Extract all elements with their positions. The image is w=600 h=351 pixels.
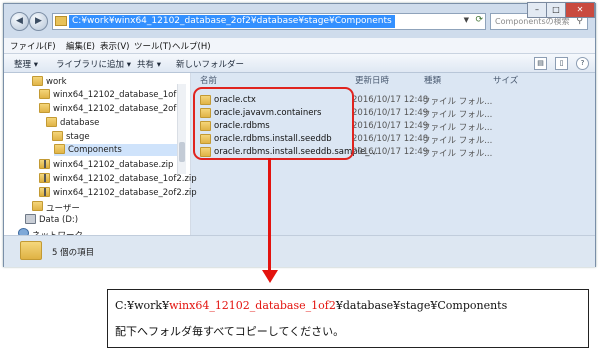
menu-view[interactable]: 表示(V)	[100, 40, 129, 52]
folder-icon	[55, 16, 67, 26]
instruction-note: C:¥work¥winx64_12102_database_1of2¥datab…	[107, 289, 589, 348]
tree-item-label: Components	[68, 145, 122, 155]
folder-icon	[39, 89, 50, 99]
note-path-highlight: winx64_12102_database_1of2	[169, 299, 336, 312]
column-type[interactable]: 種類	[424, 74, 441, 86]
minimize-button[interactable]: –	[527, 2, 547, 18]
organize-button[interactable]: 整理 ▾	[14, 58, 38, 70]
file-date: 2016/10/17 12:49	[352, 108, 429, 118]
folder-icon	[54, 144, 65, 154]
note-path: C:¥work¥winx64_12102_database_1of2¥datab…	[115, 299, 507, 312]
menu-file[interactable]: ファイル(F)	[10, 40, 56, 52]
column-size[interactable]: サイズ	[493, 74, 518, 86]
view-options-icon[interactable]: ▤	[534, 57, 547, 70]
address-path[interactable]: C:¥work¥winx64_12102_database_2of2¥datab…	[69, 15, 395, 28]
tree-item-label: winx64_12102_database_1of2	[53, 90, 182, 100]
tree-item-label: Data (D:)	[39, 215, 79, 225]
file-date: 2016/10/17 12:48	[352, 134, 429, 144]
status-background: 5 個の項目	[4, 235, 595, 267]
folder-icon	[39, 103, 50, 113]
tree-item-label: ユーザー	[46, 204, 80, 214]
file-date: 2016/10/17 12:48	[352, 95, 429, 105]
add-to-library-button[interactable]: ライブラリに追加 ▾	[56, 58, 131, 70]
file-type: ファイル フォル...	[422, 97, 493, 107]
menu-bar: ファイル(F) 編集(E) 表示(V) ツール(T) ヘルプ(H)	[4, 38, 595, 54]
tree-item-label: winx64_12102_database_2of2.zip	[53, 188, 197, 198]
help-icon[interactable]: ?	[576, 57, 589, 70]
chevron-down-icon[interactable]: ▼	[464, 16, 469, 24]
note-instruction: 配下へフォルダ毎すべてコピーしてください。	[115, 325, 345, 338]
tree-item-label: database	[60, 118, 100, 128]
back-button[interactable]: ◀	[10, 12, 29, 31]
file-date: 2016/10/17 12:49	[352, 121, 429, 131]
column-name[interactable]: 名前	[200, 74, 217, 86]
refresh-icon[interactable]: ⟳	[475, 15, 483, 25]
share-button[interactable]: 共有 ▾	[137, 58, 161, 70]
folder-icon	[32, 201, 43, 211]
close-button[interactable]: ✕	[565, 2, 595, 18]
address-bar[interactable]: C:¥work¥winx64_12102_database_2of2¥datab…	[52, 13, 486, 30]
file-type: ファイル フォル...	[422, 110, 493, 120]
menu-tools[interactable]: ツール(T)	[134, 40, 171, 52]
folder-icon	[46, 117, 57, 127]
folder-icon	[20, 241, 42, 260]
tree-item-label: work	[46, 77, 67, 87]
menu-edit[interactable]: 編集(E)	[66, 40, 95, 52]
new-folder-button[interactable]: 新しいフォルダー	[176, 58, 244, 70]
forward-button[interactable]: ▶	[29, 12, 48, 31]
item-count: 5 個の項目	[52, 248, 95, 258]
zip-icon	[39, 187, 50, 197]
file-type: ファイル フォル...	[422, 136, 493, 146]
column-date[interactable]: 更新日時	[355, 74, 389, 86]
folder-icon	[52, 131, 63, 141]
tree-item-components[interactable]: Components	[54, 144, 178, 156]
tree-item-label: winx64_12102_database_1of2.zip	[53, 174, 197, 184]
note-path-prefix: C:¥work¥	[115, 299, 170, 312]
menu-help[interactable]: ヘルプ(H)	[172, 40, 211, 52]
folder-icon	[32, 76, 43, 86]
tree-item-label: winx64_12102_database_2of2	[53, 104, 182, 114]
tree-item-label: winx64_12102_database.zip	[53, 160, 174, 170]
toolbar: 整理 ▾ ライブラリに追加 ▾ 共有 ▾ 新しいフォルダー ▤ ▯ ?	[4, 54, 595, 73]
maximize-button[interactable]: □	[546, 2, 566, 18]
highlight-box	[193, 87, 354, 160]
zip-icon	[39, 159, 50, 169]
file-type: ファイル フォル...	[422, 123, 493, 133]
arrow-shaft	[268, 158, 271, 274]
scrollbar-thumb[interactable]	[179, 142, 185, 162]
nav-scrollbar[interactable]	[177, 84, 186, 174]
arrow-down-icon	[262, 270, 278, 283]
address-row: ◀ ▶ C:¥work¥winx64_12102_database_2of2¥d…	[4, 2, 595, 38]
note-path-suffix: ¥database¥stage¥Components	[335, 299, 508, 312]
file-date: 2016/10/17 12:49	[352, 147, 429, 157]
preview-pane-icon[interactable]: ▯	[555, 57, 568, 70]
drive-icon	[25, 214, 36, 224]
status-bar: 5 個の項目	[4, 235, 595, 267]
zip-icon	[39, 173, 50, 183]
tree-item-label: stage	[66, 132, 90, 142]
file-type: ファイル フォル...	[422, 149, 493, 159]
